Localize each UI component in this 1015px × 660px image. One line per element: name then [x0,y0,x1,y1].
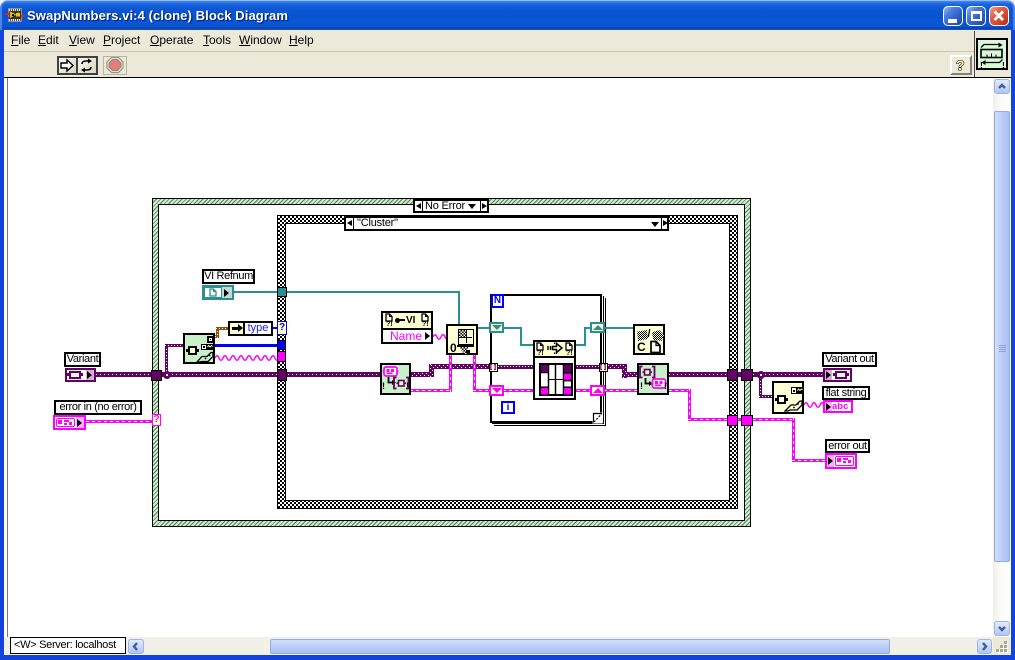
svg-text:?: ? [956,57,965,73]
